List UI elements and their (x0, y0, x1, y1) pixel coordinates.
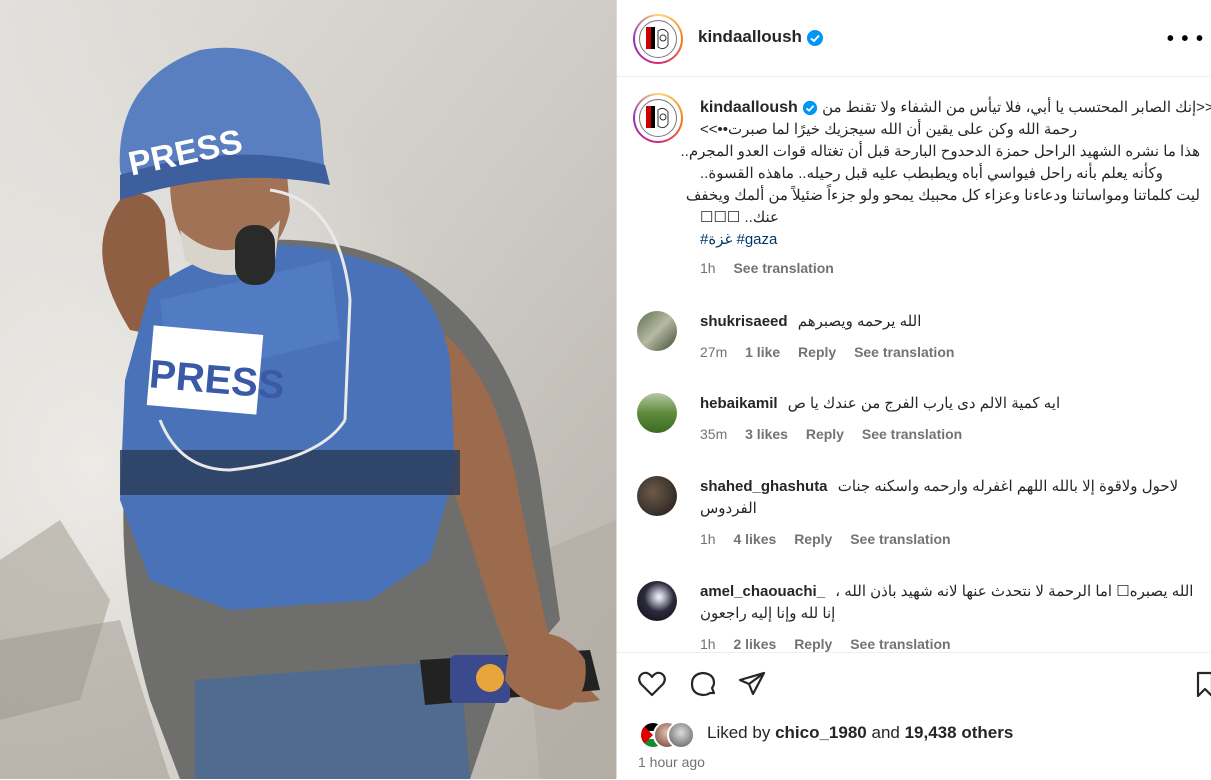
caption-line: رحمة الله وكن على يقين أن الله سيجزيك خي… (700, 121, 1078, 138)
author-username[interactable]: kindaalloush (698, 27, 802, 46)
caption-line: هذا ما نشره الشهيد الراحل حمزة الدحدوح ا… (680, 143, 1200, 160)
caption-line: ليت كلماتنا ومواساتنا ودعاءنا وعزاء كل م… (685, 187, 1200, 204)
comment-see-translation[interactable]: See translation (854, 344, 954, 360)
comment-time[interactable]: 1h (700, 636, 716, 652)
caption-author-avatar[interactable] (633, 93, 683, 143)
comment-see-translation[interactable]: See translation (850, 531, 950, 547)
commenter-avatar[interactable] (637, 393, 677, 433)
commenter-avatar[interactable] (637, 311, 677, 351)
liker-avatar[interactable] (667, 721, 695, 749)
comment-icon[interactable] (688, 669, 718, 699)
comment-reply-button[interactable]: Reply (798, 344, 836, 360)
comment-time[interactable]: 27m (700, 344, 727, 360)
journalist-photo: PRESS PRESS (0, 0, 616, 779)
comments-scroll-area[interactable]: kindaalloush <<إنك الصابر المحتسب يا أبي… (617, 77, 1211, 652)
caption-hashtags[interactable]: #غزة #gaza (700, 229, 1200, 251)
comment-username[interactable]: amel_chaouachi_ (700, 583, 825, 600)
comment-likes[interactable]: 3 likes (745, 426, 788, 442)
caption-line: وكأنه يعلم بأنه راحل فيواسي أباه ويطبطب … (700, 165, 1163, 182)
palestine-emblem-icon (646, 106, 669, 129)
comment-text-continued: إنا لله وإنا إليه راجعون (700, 605, 836, 622)
comment-text: الله يصبره☐ اما الرحمة لا نتحدث عنها لان… (835, 583, 1194, 600)
comment-likes[interactable]: 1 like (745, 344, 780, 360)
comment-likes[interactable]: 4 likes (733, 531, 776, 547)
comment-see-translation[interactable]: See translation (850, 636, 950, 652)
liked-by-text: Liked by chico_1980 and 19,438 others (707, 723, 1013, 743)
post-caption: kindaalloush <<إنك الصابر المحتسب يا أبي… (680, 97, 1211, 279)
liked-by-others[interactable]: 19,438 others (905, 723, 1014, 742)
verified-icon (802, 100, 818, 116)
bookmark-icon[interactable] (1195, 669, 1211, 699)
comment-likes[interactable]: 2 likes (733, 636, 776, 652)
post-time-ago[interactable]: 1 hour ago (638, 754, 705, 770)
caption-username[interactable]: kindaalloush (700, 99, 798, 116)
post-photo[interactable]: PRESS PRESS (0, 0, 616, 779)
comment-reply-button[interactable]: Reply (806, 426, 844, 442)
author-avatar[interactable] (633, 14, 683, 64)
comment-reply-button[interactable]: Reply (794, 636, 832, 652)
comment-time[interactable]: 1h (700, 531, 716, 547)
caption-line: <<إنك الصابر المحتسب يا أبي، فلا تيأس من… (822, 99, 1211, 116)
liked-by-user[interactable]: chico_1980 (775, 723, 867, 742)
share-icon[interactable] (737, 669, 767, 699)
comment-text: لاحول ولاقوة إلا بالله اللهم اغفرله وارح… (837, 478, 1179, 495)
palestine-emblem-icon (646, 27, 669, 50)
heart-icon[interactable] (637, 669, 667, 699)
liked-by-prefix: Liked by (707, 723, 771, 742)
comment-time[interactable]: 35m (700, 426, 727, 442)
caption-see-translation[interactable]: See translation (733, 260, 833, 276)
comment-text-continued: الفردوس (700, 500, 757, 517)
post-header: kindaalloush • • • (617, 0, 1211, 77)
comment-username[interactable]: shukrisaeed (700, 313, 788, 330)
commenter-avatar[interactable] (637, 581, 677, 621)
caption-time[interactable]: 1h (700, 260, 716, 276)
comment-text: ايه كمية الالم دى يارب الفرج من عندك يا … (787, 395, 1061, 412)
comment-username[interactable]: shahed_ghashuta (700, 478, 828, 495)
more-options-icon[interactable]: • • • (1167, 28, 1204, 51)
verified-icon (807, 29, 824, 46)
comment-reply-button[interactable]: Reply (794, 531, 832, 547)
comment-text: الله يرحمه ويصبرهم (797, 313, 922, 330)
caption-line: عنك.. ☐☐☐ (700, 209, 779, 226)
comment-see-translation[interactable]: See translation (862, 426, 962, 442)
liked-by-and: and (871, 723, 900, 742)
post-detail-panel: kindaalloush • • • kindaalloush <<إنك ال… (616, 0, 1211, 779)
commenter-avatar[interactable] (637, 476, 677, 516)
post-actions-bar: Liked by chico_1980 and 19,438 others 1 … (617, 652, 1211, 780)
comment-username[interactable]: hebaikamil (700, 395, 778, 412)
